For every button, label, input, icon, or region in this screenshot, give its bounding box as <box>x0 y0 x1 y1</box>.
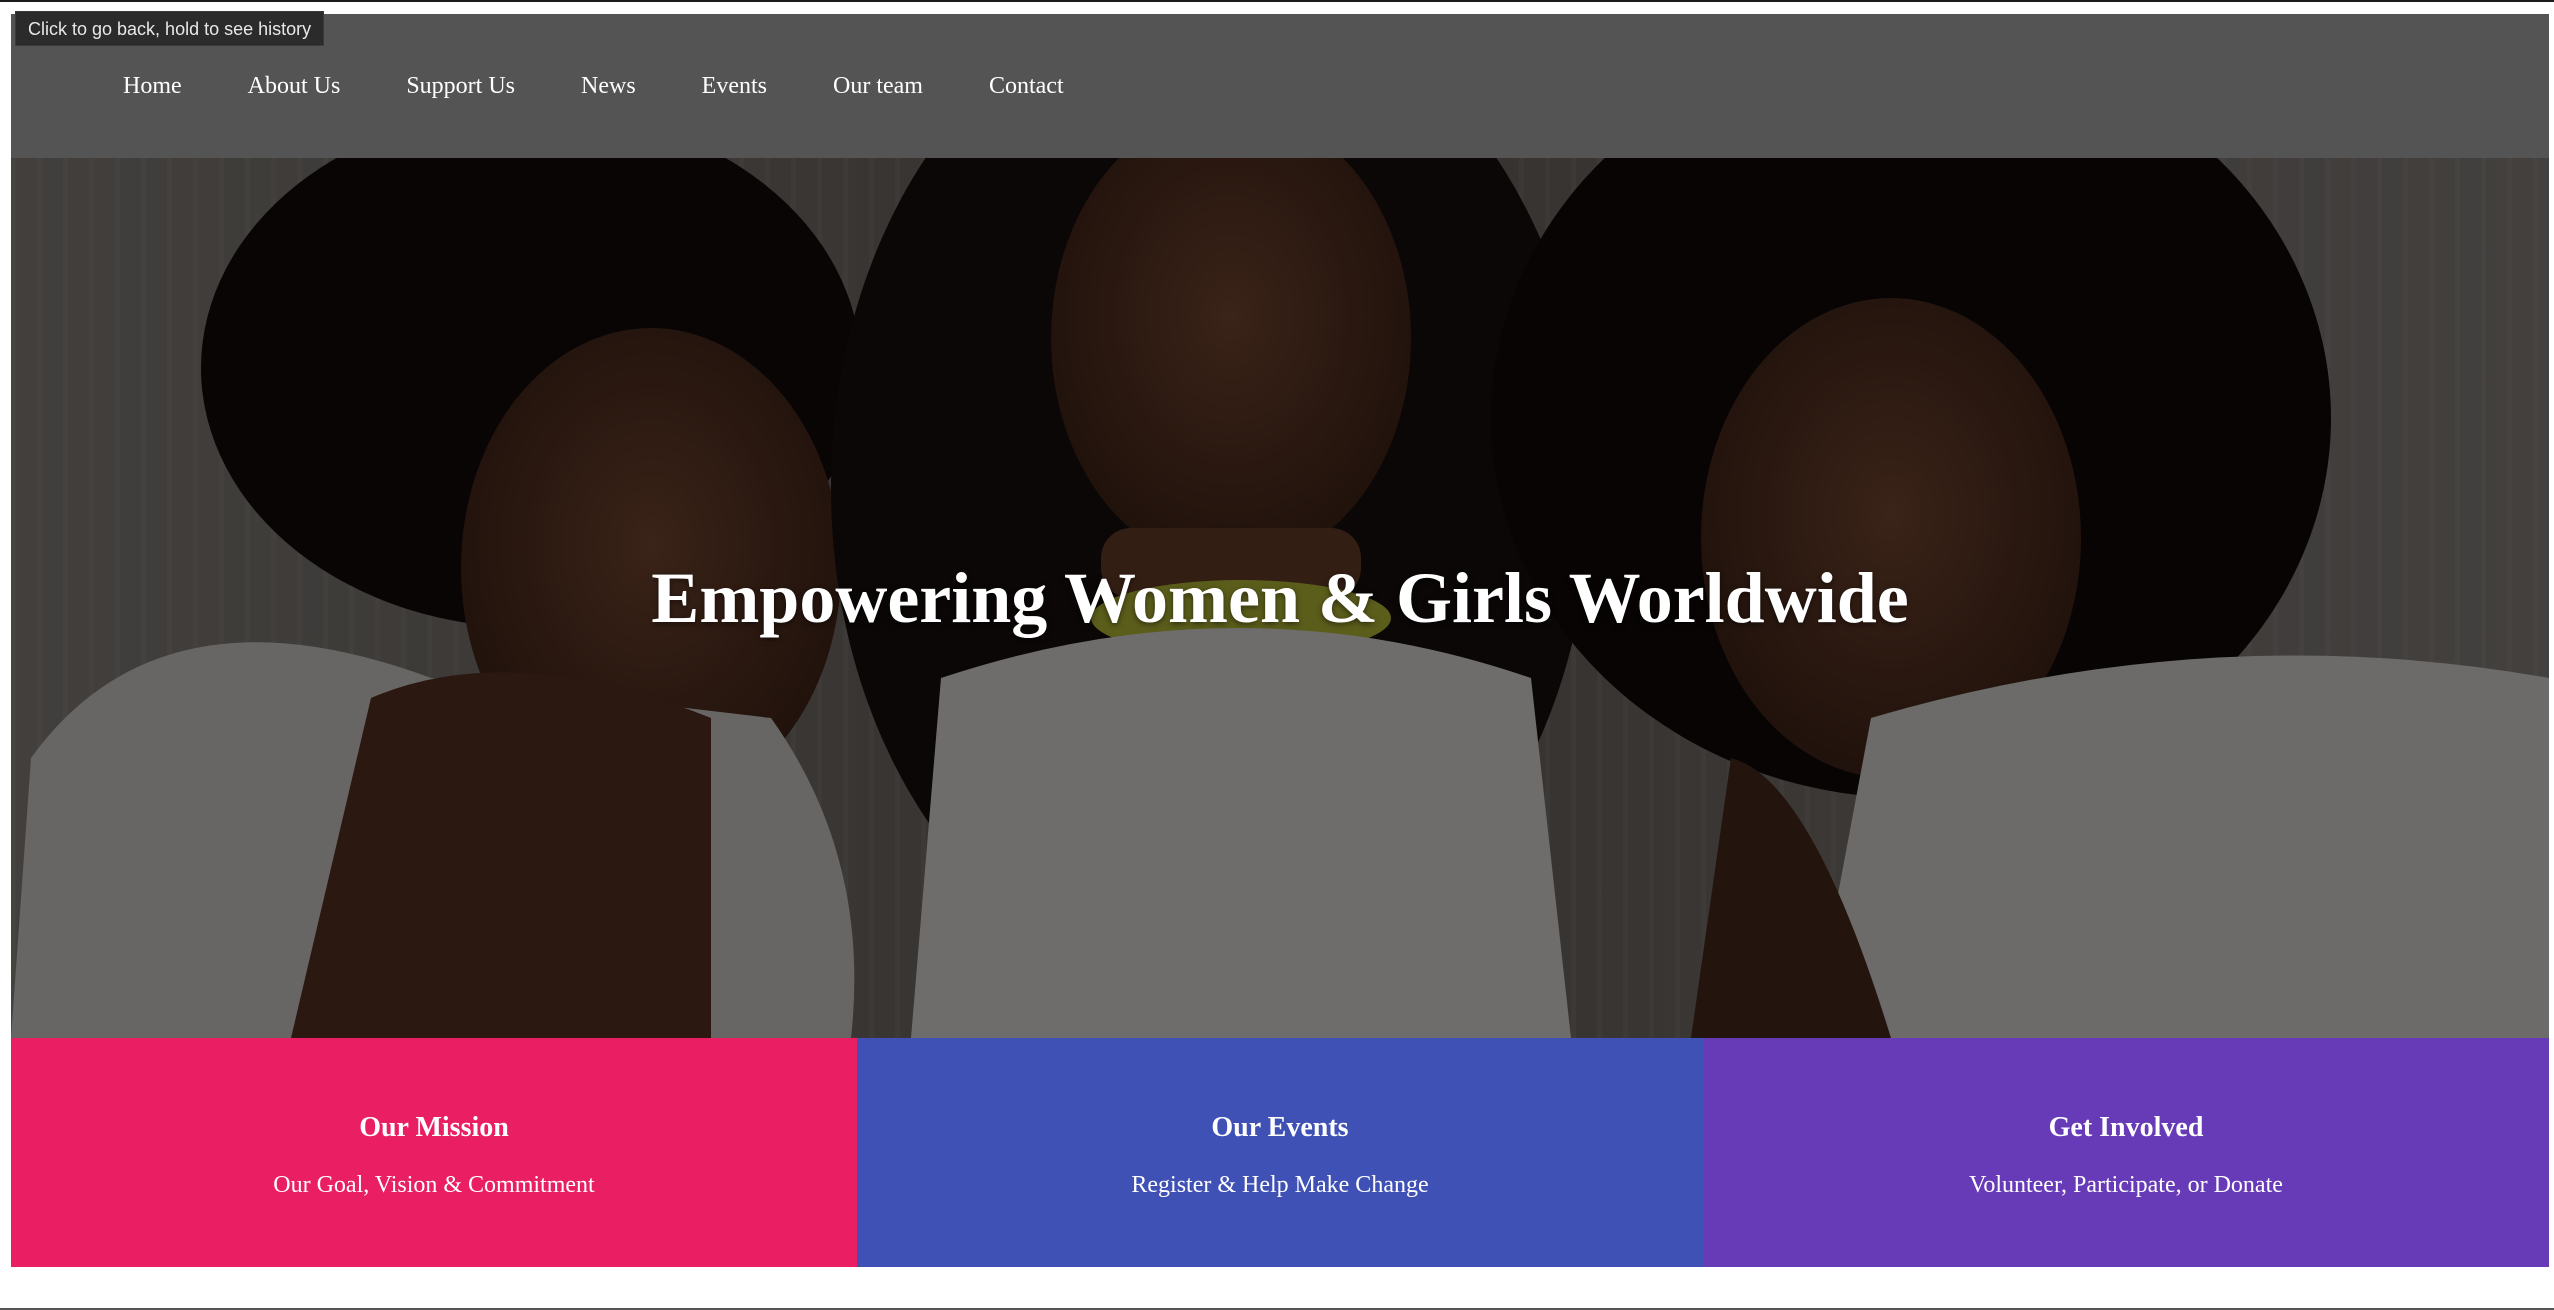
card-title: Our Events <box>1211 1112 1349 1143</box>
card-subtitle: Register & Help Make Change <box>1131 1172 1429 1198</box>
browser-frame-bottom <box>0 1306 2554 1310</box>
nav-item-about-us[interactable]: About Us <box>248 70 341 102</box>
nav-menu: Home About Us Support Us News Events Our… <box>123 70 1130 102</box>
hero-banner: Empowering Women & Girls Worldwide <box>11 158 2549 1038</box>
card-title: Our Mission <box>359 1112 509 1143</box>
nav-item-our-team[interactable]: Our team <box>833 70 923 102</box>
card-our-events[interactable]: Our Events Register & Help Make Change <box>857 1038 1703 1267</box>
card-title: Get Involved <box>2048 1112 2204 1143</box>
card-subtitle: Our Goal, Vision & Commitment <box>273 1172 595 1198</box>
back-button-tooltip: Click to go back, hold to see history <box>15 11 325 46</box>
card-our-mission[interactable]: Our Mission Our Goal, Vision & Commitmen… <box>11 1038 857 1267</box>
hero-title: Empowering Women & Girls Worldwide <box>651 558 1909 638</box>
nav-item-contact[interactable]: Contact <box>989 70 1064 102</box>
nav-item-home[interactable]: Home <box>123 70 182 102</box>
main-navbar: Home About Us Support Us News Events Our… <box>11 14 2549 158</box>
browser-frame-top <box>0 0 2554 14</box>
card-subtitle: Volunteer, Participate, or Donate <box>1969 1172 2283 1198</box>
card-get-involved[interactable]: Get Involved Volunteer, Participate, or … <box>1703 1038 2549 1267</box>
nav-item-support-us[interactable]: Support Us <box>406 70 515 102</box>
nav-item-events[interactable]: Events <box>702 70 767 102</box>
nav-item-news[interactable]: News <box>581 70 636 102</box>
feature-cards: Our Mission Our Goal, Vision & Commitmen… <box>11 1038 2549 1267</box>
